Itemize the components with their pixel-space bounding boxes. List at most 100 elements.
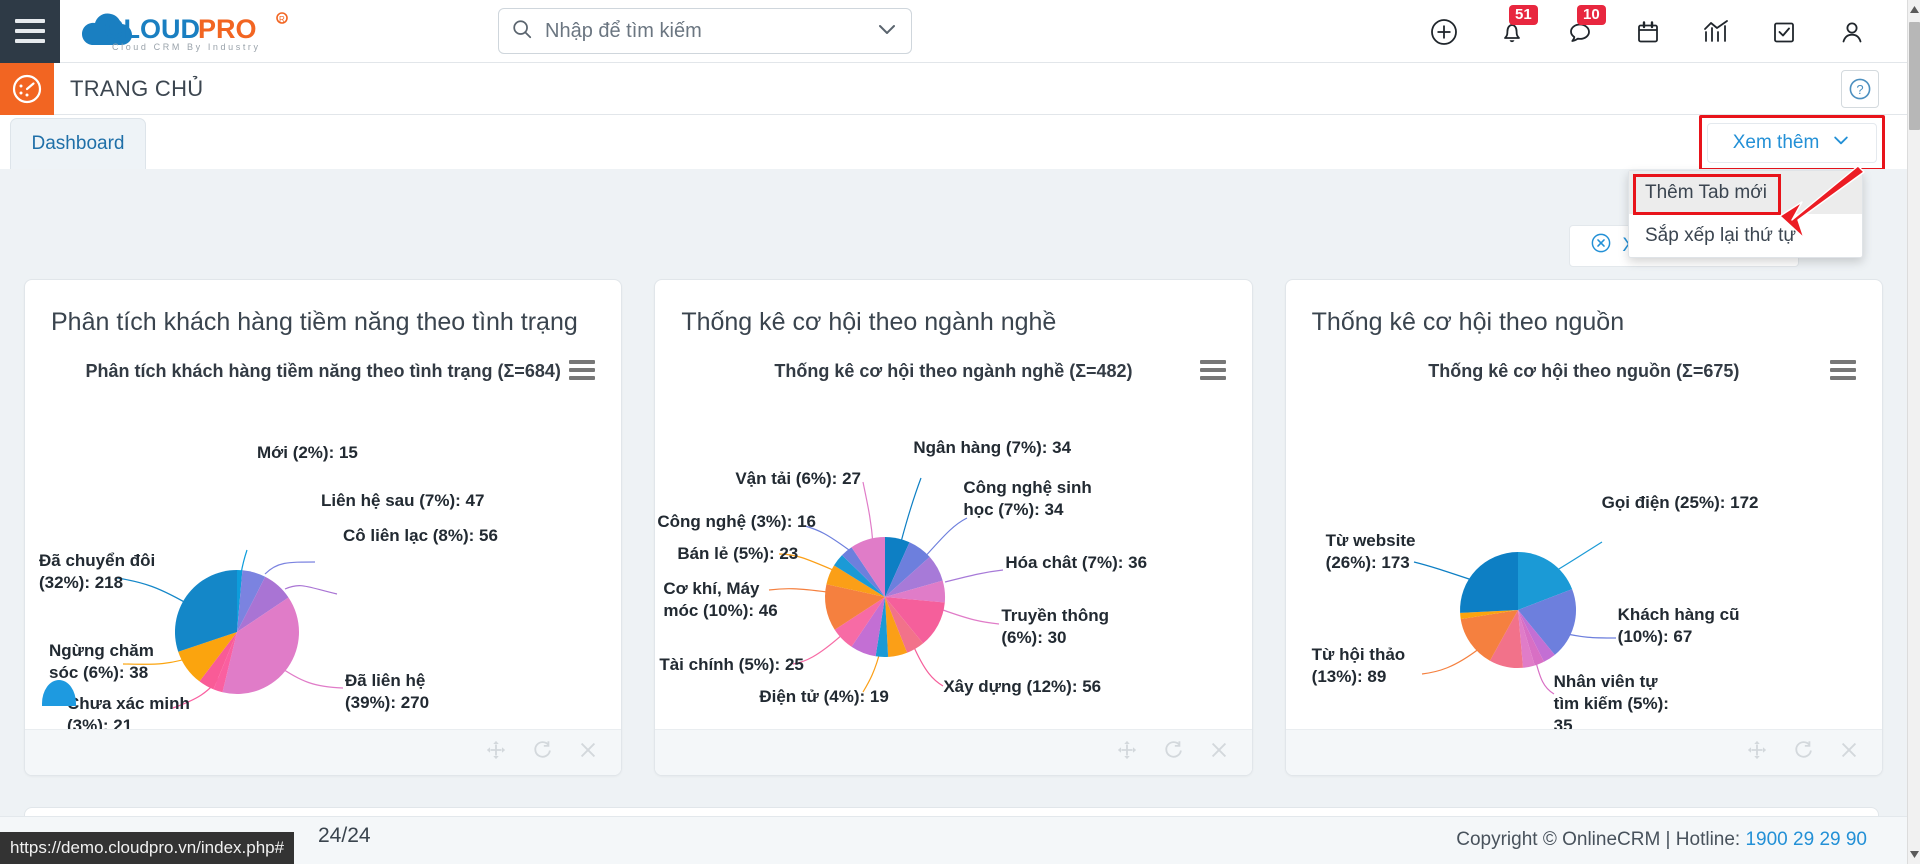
chart-subtitle: Thống kê cơ hội theo ngành nghề (Σ=482) xyxy=(774,360,1133,381)
chart-menu-icon[interactable] xyxy=(1829,359,1856,380)
pie-chart-industry: Ngân hàng (7%): 34 Công nghệ sinh học (7… xyxy=(655,382,1251,712)
xem-them-button[interactable]: Xem thêm xyxy=(1707,123,1877,163)
close-icon[interactable] xyxy=(1838,739,1860,766)
scroll-up-icon[interactable] xyxy=(1908,2,1920,17)
bell-icon[interactable]: 51 xyxy=(1497,4,1538,47)
close-icon[interactable] xyxy=(577,739,599,766)
pie-label-cong-nghe-sinh-hoc: Công nghệ sinh học (7%): 34 xyxy=(963,478,1092,519)
dashlet-footer xyxy=(1285,729,1882,775)
bell-badge: 51 xyxy=(1509,4,1538,25)
dashlet-title: Phân tích khách hàng tiềm năng theo tình… xyxy=(51,308,578,336)
hamburger-bar xyxy=(15,39,45,43)
add-icon[interactable] xyxy=(1429,17,1459,47)
pie-label-co-lien-lac: Cô liên lạc (8%): 56 xyxy=(343,526,498,545)
dashlet-opportunity-by-source: Thống kê cơ hội theo nguồn Thống kê cơ h… xyxy=(1284,279,1883,776)
move-icon[interactable] xyxy=(485,739,507,766)
chart-subtitle: Phân tích khách hàng tiềm năng theo tình… xyxy=(85,360,561,381)
menu-item-add-new-tab[interactable]: Thêm Tab mới xyxy=(1629,171,1862,214)
analytics-icon[interactable] xyxy=(1701,17,1731,47)
hamburger-bar xyxy=(15,19,45,23)
pie-label-nhan-vien-tu-tim-kiem: Nhân viên tự tìm kiếm (5%): 35 xyxy=(1553,672,1669,735)
tab-label: Dashboard xyxy=(31,133,125,154)
pie-label-khach-hang-cu: Khách hàng cũ (10%): 67 xyxy=(1617,605,1740,646)
pie-label-truyen-thong: Truyền thông (6%): 30 xyxy=(1001,606,1109,647)
help-circle-icon[interactable]: ? xyxy=(1841,70,1879,108)
xem-them-dropdown-menu: Thêm Tab mới Sắp xếp lại thứ tự xyxy=(1628,170,1863,258)
pie-label-da-lien-he: Đã liên hệ (39%): 270 xyxy=(345,671,430,712)
pie-label-dien-tu: Điện tử (4%): 19 xyxy=(759,687,889,706)
scroll-down-icon[interactable] xyxy=(1908,847,1920,862)
pie-label-co-khi-may-moc: Cơ khí, Máy móc (10%): 46 xyxy=(663,579,778,620)
scrollbar-thumb[interactable] xyxy=(1909,22,1920,130)
tab-strip: Dashboard Xem thêm xyxy=(0,115,1907,171)
chart-menu-icon[interactable] xyxy=(569,359,596,380)
cloudpro-logo[interactable]: CLOUD PRO R Cloud CRM By Industry xyxy=(74,8,299,54)
chevron-down-icon xyxy=(1831,130,1851,156)
hotline-number[interactable]: 1900 29 29 90 xyxy=(1745,829,1867,850)
dashlet-footer xyxy=(25,729,622,775)
pie-label-ban-le: Bán lẻ (5%): 23 xyxy=(677,544,799,563)
svg-text:CLOUD: CLOUD xyxy=(104,14,200,44)
pie-label-van-tai: Vận tải (6%): 27 xyxy=(735,469,861,488)
pie-label-ngung-cham-soc: Ngừng chăm sóc (6%): 38 xyxy=(49,641,154,682)
menu-item-reorder[interactable]: Sắp xếp lại thứ tự xyxy=(1629,214,1862,257)
chat-icon[interactable]: 10 xyxy=(1565,4,1606,47)
tasks-icon[interactable] xyxy=(1769,17,1799,47)
dashboard-body: Xóa tất cả Dashlet Phân tích khách hàng … xyxy=(0,169,1907,847)
copyright-label: Copyright © OnlineCRM | Hotline: xyxy=(1456,829,1746,850)
page-title: TRANG CHỦ xyxy=(70,75,204,101)
svg-text:R: R xyxy=(279,15,285,24)
dashlet-lead-status: Phân tích khách hàng tiềm năng theo tình… xyxy=(24,279,623,776)
pie-label-tai-chinh: Tài chính (5%): 25 xyxy=(659,655,804,674)
dashlet-row: Phân tích khách hàng tiềm năng theo tình… xyxy=(0,279,1907,776)
pie-label-moi: Mới (2%): 15 xyxy=(257,443,358,462)
pie-label-cong-nghe: Công nghệ (3%): 16 xyxy=(657,512,816,531)
svg-text:?: ? xyxy=(1856,82,1863,97)
module-bar: TRANG CHỦ ? xyxy=(0,62,1907,115)
menu-item-label: Thêm Tab mới xyxy=(1645,181,1767,203)
pie-label-goi-dien: Gọi điện (25%): 172 xyxy=(1601,493,1759,512)
pie-label-ngan-hang: Ngân hàng (7%): 34 xyxy=(913,438,1072,457)
pie-label-hoa-chat: Hóa chât (7%): 36 xyxy=(1005,553,1148,572)
pie-label-tu-website: Từ website (26%): 173 xyxy=(1325,531,1416,572)
page-scrollbar[interactable] xyxy=(1907,0,1920,864)
pie-chart-lead-status: Mới (2%): 15 Liên hệ sau (7%): 47 Cô liê… xyxy=(25,382,621,735)
tab-dashboard[interactable]: Dashboard xyxy=(10,118,146,169)
global-search[interactable] xyxy=(498,8,912,54)
dashlet-footer xyxy=(655,729,1252,775)
user-icon[interactable] xyxy=(1837,17,1867,47)
pie-chart-source: Gọi điện (25%): 172 Khách hàng cũ (10%):… xyxy=(1286,382,1882,735)
pie-label-tu-hoi-thao: Từ hội thảo (13%): 89 xyxy=(1311,645,1406,686)
close-icon[interactable] xyxy=(1208,739,1230,766)
status-bar-url: https://demo.cloudpro.vn/index.php# xyxy=(0,832,295,864)
chart-header: Thống kê cơ hội theo ngành nghề (Σ=482) xyxy=(655,338,1251,383)
dashlet-opportunity-by-industry: Thống kê cơ hội theo ngành nghề Thống kê… xyxy=(654,279,1253,776)
calendar-icon[interactable] xyxy=(1633,17,1663,47)
search-input[interactable] xyxy=(545,19,863,43)
refresh-icon[interactable] xyxy=(1162,739,1184,766)
pie-label-lien-he-sau: Liên hệ sau (7%): 47 xyxy=(321,491,485,510)
svg-text:PRO: PRO xyxy=(198,14,257,44)
copyright-text: Copyright © OnlineCRM | Hotline: 1900 29… xyxy=(1456,829,1867,851)
page-count: 24/24 xyxy=(318,824,371,847)
dashlet-title: Thống kê cơ hội theo ngành nghề xyxy=(681,308,1057,336)
move-icon[interactable] xyxy=(1746,739,1768,766)
chevron-down-icon[interactable] xyxy=(875,17,899,46)
chart-menu-icon[interactable] xyxy=(1199,359,1226,380)
chart-header: Thống kê cơ hội theo nguồn (Σ=675) xyxy=(1286,338,1882,383)
dashboard-gauge-icon[interactable] xyxy=(0,62,54,115)
refresh-icon[interactable] xyxy=(1792,739,1814,766)
hamburger-menu-icon[interactable] xyxy=(0,0,60,63)
refresh-icon[interactable] xyxy=(531,739,553,766)
menu-item-label: Sắp xếp lại thứ tự xyxy=(1645,224,1797,246)
hamburger-bar xyxy=(15,29,45,33)
chart-header: Phân tích khách hàng tiềm năng theo tình… xyxy=(25,338,621,383)
chat-badge: 10 xyxy=(1577,4,1606,25)
svg-text:Cloud CRM By Industry: Cloud CRM By Industry xyxy=(112,42,261,52)
top-icon-group: 51 10 xyxy=(1429,0,1867,63)
move-icon[interactable] xyxy=(1116,739,1138,766)
top-navigation-bar: CLOUD PRO R Cloud CRM By Industry 51 xyxy=(0,0,1907,63)
close-circle-icon xyxy=(1590,232,1612,260)
dashlet-title: Thống kê cơ hội theo nguồn xyxy=(1311,308,1625,336)
chart-subtitle: Thống kê cơ hội theo nguồn (Σ=675) xyxy=(1428,360,1740,381)
